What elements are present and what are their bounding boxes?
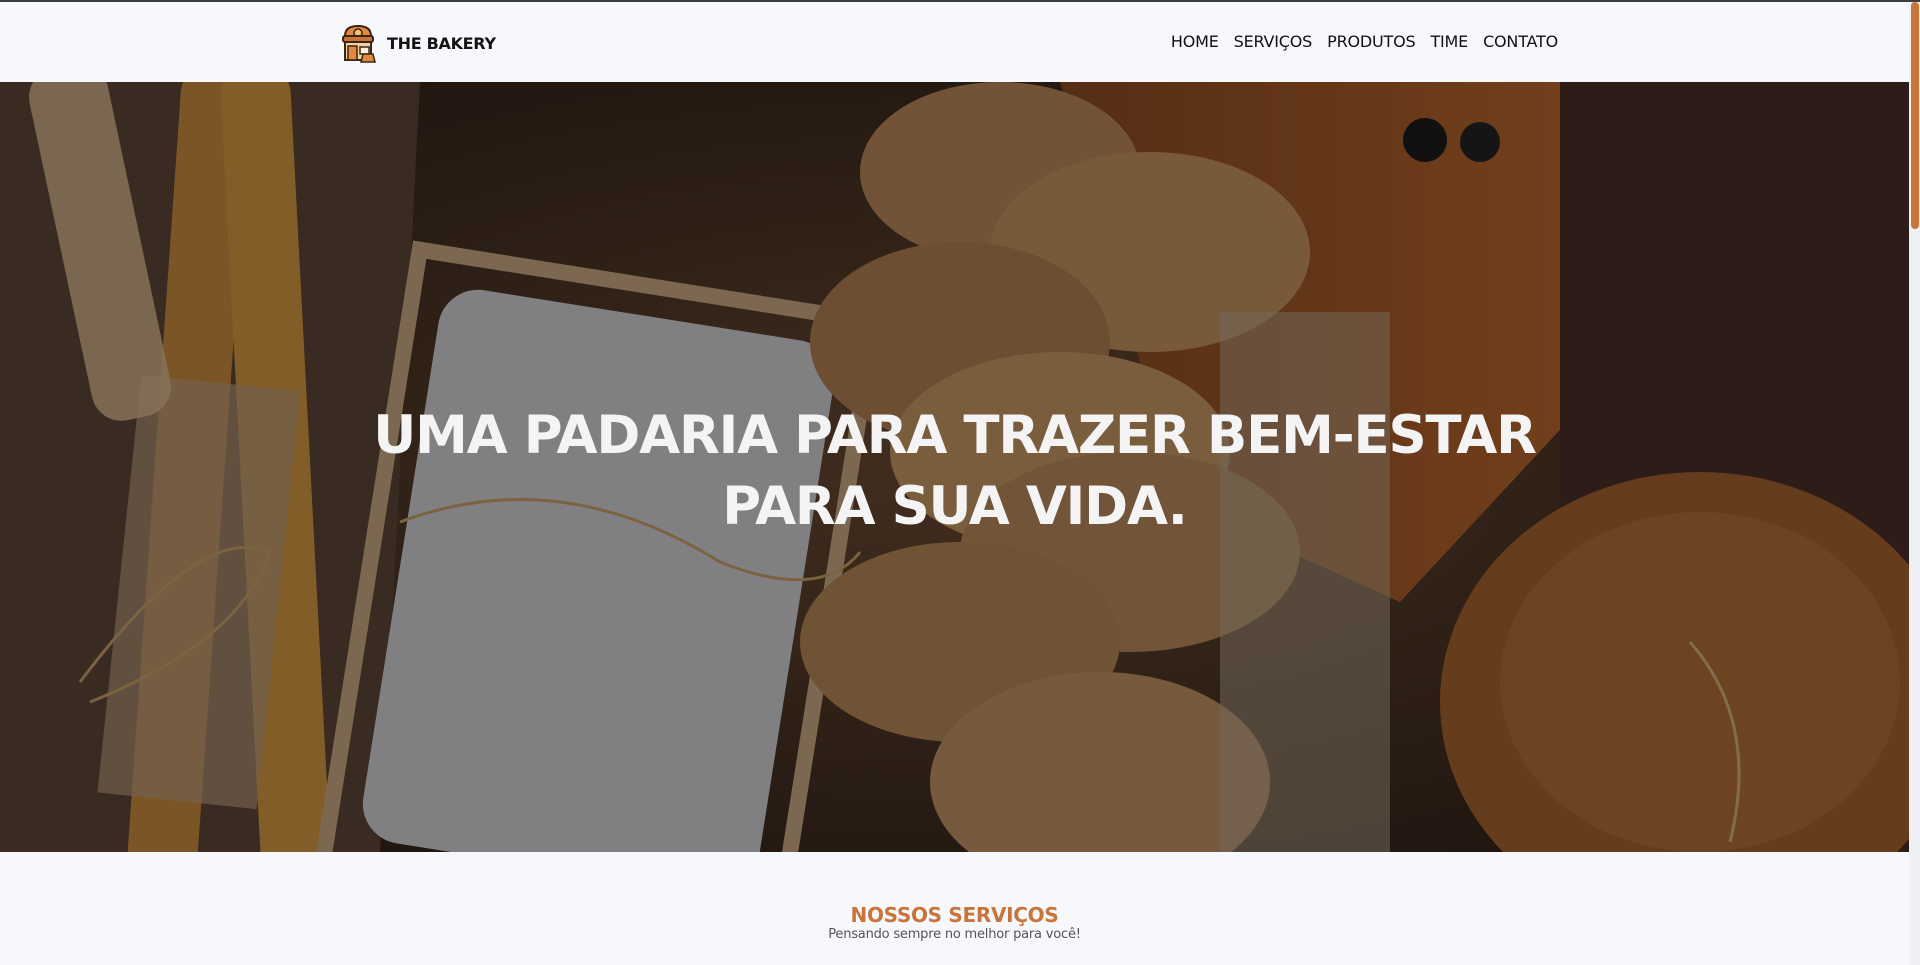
site-header: THE BAKERY HOME SERVIÇOS PRODUTOS TIME C… <box>0 2 1909 82</box>
services-section: NOSSOS SERVIÇOS Pensando sempre no melho… <box>0 852 1909 965</box>
nav-produtos[interactable]: PRODUTOS <box>1327 32 1416 51</box>
services-title: NOSSOS SERVIÇOS <box>850 903 1059 927</box>
hero-title: UMA PADARIA PARA TRAZER BEM-ESTAR PARA S… <box>373 405 1537 537</box>
brand-name: THE BAKERY <box>387 33 496 53</box>
brand[interactable]: THE BAKERY <box>337 22 496 64</box>
page: THE BAKERY HOME SERVIÇOS PRODUTOS TIME C… <box>0 0 1920 965</box>
page-scrollbar[interactable] <box>1909 2 1920 965</box>
services-subtitle: Pensando sempre no melhor para você! <box>828 927 1081 942</box>
hero-section: UMA PADARIA PARA TRAZER BEM-ESTAR PARA S… <box>0 82 1909 852</box>
nav-servicos[interactable]: SERVIÇOS <box>1234 32 1313 51</box>
nav-contato[interactable]: CONTATO <box>1483 32 1558 51</box>
main-nav: HOME SERVIÇOS PRODUTOS TIME CONTATO <box>1156 32 1558 51</box>
scrollbar-thumb[interactable] <box>1911 2 1919 229</box>
nav-home[interactable]: HOME <box>1171 32 1219 51</box>
bakery-shop-icon <box>342 24 376 63</box>
nav-time[interactable]: TIME <box>1430 32 1468 51</box>
